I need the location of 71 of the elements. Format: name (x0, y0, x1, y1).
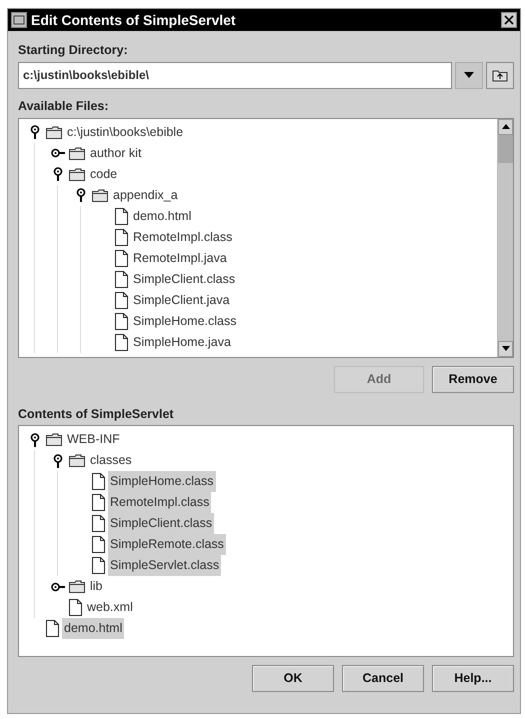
dialog-button[interactable]: Cancel (342, 665, 424, 692)
file-name[interactable]: SimpleServlet.class (108, 555, 222, 576)
file-name[interactable]: demo.html (131, 206, 194, 226)
folder-name[interactable]: lib (88, 576, 105, 598)
up-arrow-icon (502, 124, 510, 129)
file-icon (115, 334, 128, 350)
close-button[interactable] (501, 12, 517, 28)
file-name[interactable]: SimpleRemote.class (108, 534, 226, 556)
folder-name[interactable]: appendix_a (111, 184, 180, 206)
dialog-button[interactable]: Remove (432, 366, 514, 392)
scroll-up-button[interactable] (498, 118, 513, 134)
app-icon (11, 12, 27, 28)
file-name[interactable]: SimpleHome.class (108, 471, 216, 492)
folder-name[interactable]: code (88, 164, 120, 184)
scroll-down-button[interactable] (498, 340, 513, 356)
folder-up-icon (492, 68, 508, 82)
file-icon (115, 208, 128, 224)
file-name[interactable]: RemoteImpl.class (131, 226, 234, 248)
file-name[interactable]: SimpleHome.java (131, 332, 233, 352)
dialog-button[interactable]: OK (252, 665, 334, 692)
collapsed-handle-icon (51, 148, 65, 158)
folder-icon (69, 168, 85, 180)
file-icon (92, 557, 105, 574)
close-icon (504, 15, 514, 25)
expanded-handle-icon (30, 125, 40, 139)
file-name[interactable]: SimpleHome.class (131, 310, 239, 332)
file-icon (115, 250, 128, 266)
file-name[interactable]: SimpleClient.class (108, 513, 214, 534)
folder-icon (69, 146, 85, 160)
field-label: Starting Directory: (18, 42, 129, 59)
file-name[interactable]: RemoteImpl.class (108, 492, 212, 514)
section-label: Contents of SimpleServlet (18, 406, 175, 423)
expanded-handle-icon (30, 432, 40, 447)
file-name[interactable]: RemoteImpl.java (131, 248, 229, 268)
file-icon (115, 270, 128, 288)
directory-field[interactable]: c:\justin\books\ebible\ (18, 62, 452, 89)
folder-icon (92, 188, 108, 202)
file-icon (92, 536, 105, 554)
file-name[interactable]: demo.html (62, 618, 124, 640)
file-icon (115, 292, 128, 308)
folder-icon (69, 580, 85, 594)
folder-name[interactable]: author kit (88, 142, 144, 164)
file-icon (115, 312, 128, 330)
file-icon (92, 515, 105, 532)
collapsed-handle-icon (51, 582, 65, 592)
folder-name[interactable]: WEB-INF (65, 429, 122, 450)
folder-icon (46, 126, 62, 138)
folder-icon (69, 454, 85, 468)
folder-name[interactable]: c:\justin\books\ebible (65, 122, 186, 142)
expanded-handle-icon (53, 454, 63, 468)
file-icon (92, 473, 105, 490)
file-icon (46, 620, 59, 638)
caret-icon (464, 72, 474, 78)
expanded-handle-icon (76, 188, 86, 202)
dropdown-button[interactable] (455, 62, 483, 89)
scrollbar[interactable] (497, 118, 513, 356)
down-arrow-icon (502, 346, 510, 351)
folder-icon (46, 433, 62, 446)
dialog-button[interactable]: Help... (432, 665, 514, 692)
up-folder-button[interactable] (486, 62, 514, 89)
file-icon (92, 494, 105, 512)
file-name[interactable]: SimpleClient.class (131, 268, 238, 290)
file-name[interactable]: SimpleClient.java (131, 290, 232, 310)
scroll-thumb[interactable] (498, 134, 513, 162)
file-icon (69, 599, 82, 616)
file-icon (115, 228, 128, 246)
expanded-handle-icon (53, 167, 63, 181)
section-label: Available Files: (18, 98, 110, 115)
folder-name[interactable]: classes (88, 450, 134, 472)
window-title: Edit Contents of SimpleServlet (31, 10, 237, 30)
file-name[interactable]: web.xml (85, 597, 135, 618)
